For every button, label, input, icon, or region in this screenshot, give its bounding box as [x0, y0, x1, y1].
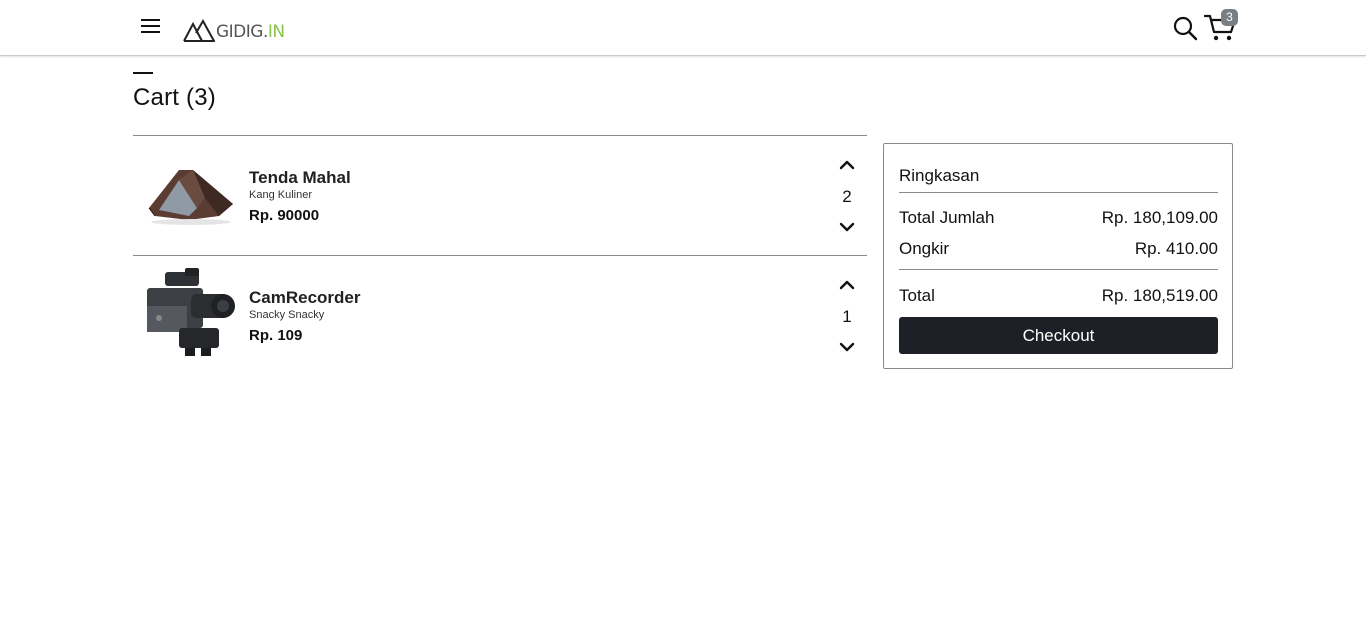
- cart-count-badge: 3: [1221, 9, 1238, 26]
- chevron-down-icon[interactable]: [837, 339, 857, 355]
- site-logo[interactable]: GIDIG.IN: [183, 16, 285, 42]
- item-price: Rp. 90000: [249, 207, 320, 224]
- subtotal-row: Total Jumlah Rp. 180,109.00: [899, 208, 1218, 228]
- summary-divider: [899, 269, 1218, 270]
- chevron-up-icon[interactable]: [837, 157, 857, 173]
- summary-divider: [899, 192, 1218, 193]
- subtotal-label: Total Jumlah: [899, 208, 995, 227]
- cart-items-list: Tenda Mahal Kang Kuliner Rp. 90000 2 Cam…: [133, 135, 867, 375]
- total-value: Rp. 180,519.00: [1101, 286, 1218, 305]
- item-quantity: 2: [842, 187, 852, 206]
- chevron-up-icon[interactable]: [837, 277, 857, 293]
- item-name[interactable]: CamRecorder: [249, 288, 361, 308]
- logo-text: GIDIG.IN: [216, 22, 285, 42]
- item-quantity: 1: [842, 307, 852, 326]
- total-row: Total Rp. 180,519.00: [899, 286, 1218, 306]
- chevron-down-icon[interactable]: [837, 219, 857, 235]
- logo-main: GIDIG.: [216, 22, 268, 42]
- checkout-button[interactable]: Checkout: [899, 317, 1218, 354]
- item-name[interactable]: Tenda Mahal: [249, 168, 351, 188]
- top-navbar: GIDIG.IN 3: [0, 0, 1366, 56]
- title-accent-bar: [133, 72, 153, 74]
- summary-title: Ringkasan: [899, 166, 980, 185]
- shipping-label: Ongkir: [899, 239, 950, 258]
- subtotal-value: Rp. 180,109.00: [1101, 208, 1218, 227]
- search-icon[interactable]: [1172, 15, 1198, 41]
- product-image-camcorder: [147, 268, 235, 356]
- cart-item: Tenda Mahal Kang Kuliner Rp. 90000 2: [133, 135, 867, 255]
- cart-item: CamRecorder Snacky Snacky Rp. 109 1: [133, 255, 867, 375]
- item-vendor: Kang Kuliner: [249, 189, 312, 201]
- shipping-value: Rp. 410.00: [1134, 239, 1218, 258]
- item-price: Rp. 109: [249, 327, 303, 344]
- page-title: Cart (3): [133, 84, 216, 111]
- order-summary-card: Ringkasan Total Jumlah Rp. 180,109.00 On…: [883, 143, 1233, 369]
- logo-accent: IN: [267, 22, 285, 42]
- item-vendor: Snacky Snacky: [249, 309, 325, 321]
- shipping-row: Ongkir Rp. 410.00: [899, 239, 1218, 259]
- product-image-tent: [148, 170, 233, 225]
- menu-icon[interactable]: [140, 16, 162, 36]
- total-label: Total: [899, 286, 935, 305]
- mountain-logo-icon: [183, 18, 215, 42]
